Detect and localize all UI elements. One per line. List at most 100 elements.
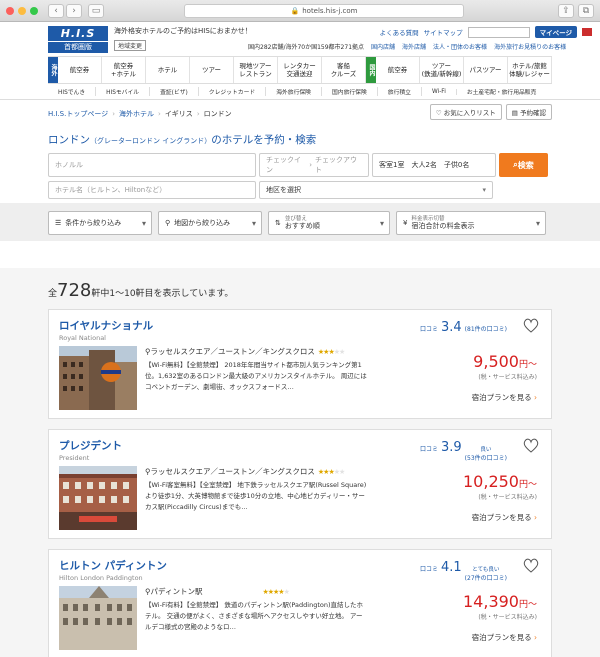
subnav-item[interactable]: 旅行積立 <box>378 87 422 96</box>
nav-overseas-cruise[interactable]: 客船 クルーズ <box>322 57 366 83</box>
mypage-button[interactable]: マイページ <box>534 26 577 38</box>
subnav-item[interactable]: HISでんき <box>48 87 97 96</box>
hotel-name[interactable]: ロイヤルナショナル <box>59 318 153 333</box>
overseas-tag: 海外 <box>48 57 58 83</box>
filter-bar: ☰ 条件から絞り込み ▾ ⚲ 地図から絞り込み ▾ ⇅ 並び替え おすすめ順 ▾ ¥ 料金表示切… <box>0 203 600 241</box>
crumb-sep-icon: › <box>196 110 200 118</box>
price-display-select[interactable]: ¥ 料金表示切替 宿泊合計の料金表示 ▾ <box>396 211 546 235</box>
hotel-price: 14,390円〜 <box>463 592 537 611</box>
review-score[interactable]: 口コミ 4.1 とても良い (27件の口コミ) <box>420 560 507 583</box>
share-button[interactable]: ⇪ <box>558 3 574 18</box>
back-button[interactable]: ‹ <box>48 3 64 18</box>
heart-icon[interactable] <box>523 318 539 333</box>
domestic-stores-link[interactable]: 国内店舗 <box>371 42 395 51</box>
view-plans-link[interactable]: 宿泊プランを見る › <box>472 632 537 643</box>
heart-icon[interactable] <box>523 438 539 453</box>
hotel-name-input[interactable]: ホテル名（ヒルトン、Hiltonなど） <box>48 181 256 199</box>
hotel-photo[interactable] <box>59 586 137 650</box>
price-note: (税・サービス料込み) <box>478 494 537 501</box>
nav-overseas-local[interactable]: 現地ツアー レストラン <box>234 57 278 83</box>
nav-domestic-air[interactable]: 航空券 <box>376 57 420 83</box>
hotel-name[interactable]: プレジデント <box>59 438 122 453</box>
header-catch: 海外格安ホテルのご予約はHISにおまかせ！ <box>114 27 252 35</box>
crumb-country[interactable]: イギリス <box>165 109 193 119</box>
lock-icon: 🔒 <box>290 6 300 15</box>
nav-overseas-air-hotel[interactable]: 航空券 +ホテル <box>102 57 146 83</box>
subnav-item[interactable]: 国内旅行保険 <box>322 87 378 96</box>
chevron-right-icon: › <box>534 393 537 402</box>
hotel-card[interactable]: ヒルトン パディントン Hilton London Paddington ⚲パデ… <box>48 549 552 657</box>
booking-confirm-button[interactable]: ▤ 予約確認 <box>505 104 552 120</box>
minimize-window-dot[interactable] <box>18 6 26 15</box>
chevron-down-icon: ▾ <box>141 218 146 228</box>
view-plans-link[interactable]: 宿泊プランを見る › <box>472 392 537 403</box>
sub-nav: HISでんき HISモバイル 査証(ビザ) クレジットカード 海外旅行保険 国内… <box>0 84 600 100</box>
hotel-location: ⚲パディントン駅 ★★★★★ <box>145 587 290 596</box>
review-score[interactable]: 口コミ 3.4 (81件の口コミ) <box>420 320 507 335</box>
map-filter-button[interactable]: ⚲ 地図から絞り込み ▾ <box>158 211 262 235</box>
document-icon: ▤ <box>511 109 520 117</box>
hotel-card[interactable]: プレジデント President ⚲ラッセルスクエア／ユーストン／キングスクロス… <box>48 429 552 539</box>
sitemap-link[interactable]: サイトマップ <box>424 27 463 37</box>
crumb-sep-icon: › <box>158 110 161 118</box>
crumb-hotel[interactable]: 海外ホテル <box>119 109 154 119</box>
nav-domestic-tour[interactable]: ツアー (鉄道/新幹線) <box>420 57 464 83</box>
chevron-right-icon: › <box>534 513 537 522</box>
overseas-stores-link[interactable]: 海外店舗 <box>402 42 426 51</box>
address-bar[interactable]: 🔒 hotels.his-j.com <box>184 3 464 18</box>
condition-filter-button[interactable]: ☰ 条件から絞り込み ▾ <box>48 211 152 235</box>
faq-link[interactable]: よくある質問 <box>380 27 419 37</box>
corporate-link[interactable]: 法人・団体のお客様 <box>433 42 487 51</box>
hotel-name-en: President <box>59 454 90 462</box>
area-select[interactable]: 地区を選択 <box>259 181 493 199</box>
chevron-down-icon: ▾ <box>251 218 256 228</box>
favorites-button[interactable]: ♡ お気に入りリスト <box>429 104 502 120</box>
estimate-link[interactable]: 海外旅行お見積りのお客様 <box>494 42 566 51</box>
nav-overseas-tour[interactable]: ツアー <box>190 57 234 83</box>
page: H.I.S 首都圏版 海外格安ホテルのご予約はHISにおまかせ！ 地域変更 よく… <box>0 22 600 657</box>
hotel-card[interactable]: ロイヤルナショナル Royal National ⚲ラッセルスクエア／ユーストン… <box>48 309 552 419</box>
date-input[interactable]: チェックイン › チェックアウト <box>259 153 369 177</box>
close-window-dot[interactable] <box>6 6 14 15</box>
star-rating: ★★★★★ <box>317 348 345 356</box>
sidebar-button[interactable]: ▭ <box>88 3 104 18</box>
subnav-item[interactable]: Wi-Fi <box>422 88 457 95</box>
forward-button[interactable]: › <box>66 3 82 18</box>
header-search-input[interactable] <box>467 26 530 38</box>
result-count: 全728軒中1〜10軒目を表示しています。 <box>48 280 234 301</box>
hotel-description: 【Wi-Fi無料】【全館禁煙】 2018年年間当サイト都市別人気ランキング第1位… <box>145 361 367 391</box>
his-logo[interactable]: H.I.S 首都圏版 <box>48 26 108 53</box>
price-note: (税・サービス料込み) <box>478 614 537 621</box>
nav-overseas-hotel[interactable]: ホテル <box>146 57 190 83</box>
review-score[interactable]: 口コミ 3.9 良い (53件の口コミ) <box>420 440 507 463</box>
nav-domestic-hotel[interactable]: ホテル/旅館 体験/レジャー <box>508 57 552 83</box>
region-change-button[interactable]: 地域変更 <box>114 40 147 51</box>
map-pin-icon: ⚲ <box>165 219 171 227</box>
destination-input[interactable]: ホノルル <box>48 153 256 177</box>
guests-input[interactable]: 客室1室 大人2名 子供0名 <box>372 153 496 177</box>
hotel-photo[interactable] <box>59 346 137 410</box>
nav-domestic-pass[interactable]: パスツアー <box>464 57 508 83</box>
crumb-top[interactable]: H.I.S.トップページ <box>48 109 108 119</box>
sort-select[interactable]: ⇅ 並び替え おすすめ順 ▾ <box>268 211 390 235</box>
subnav-item[interactable]: お土産宅配・旅行用品販売 <box>457 87 547 96</box>
zoom-window-dot[interactable] <box>30 6 38 15</box>
nav-overseas-rentacar[interactable]: レンタカー 交通送迎 <box>278 57 322 83</box>
star-rating: ★★★★★ <box>262 588 289 596</box>
heart-icon[interactable] <box>523 558 539 573</box>
site-header: H.I.S 首都圏版 海外格安ホテルのご予約はHISにおまかせ！ 地域変更 よく… <box>0 22 600 56</box>
hotel-price: 9,500円〜 <box>473 352 537 371</box>
subnav-item[interactable]: クレジットカード <box>199 87 267 96</box>
yen-icon: ¥ <box>403 219 408 227</box>
domestic-tag: 国内 <box>366 57 376 83</box>
search-button[interactable]: ⌕ 検索 <box>499 153 548 177</box>
uk-flag-icon[interactable] <box>582 28 592 36</box>
subnav-item[interactable]: HISモバイル <box>96 87 151 96</box>
subnav-item[interactable]: 海外旅行保険 <box>266 87 322 96</box>
view-plans-link[interactable]: 宿泊プランを見る › <box>472 512 537 523</box>
hotel-name[interactable]: ヒルトン パディントン <box>59 558 167 573</box>
hotel-photo[interactable] <box>59 466 137 530</box>
nav-overseas-air[interactable]: 航空券 <box>58 57 102 83</box>
tabs-button[interactable]: ⧉ <box>578 3 594 18</box>
subnav-item[interactable]: 査証(ビザ) <box>150 87 199 96</box>
